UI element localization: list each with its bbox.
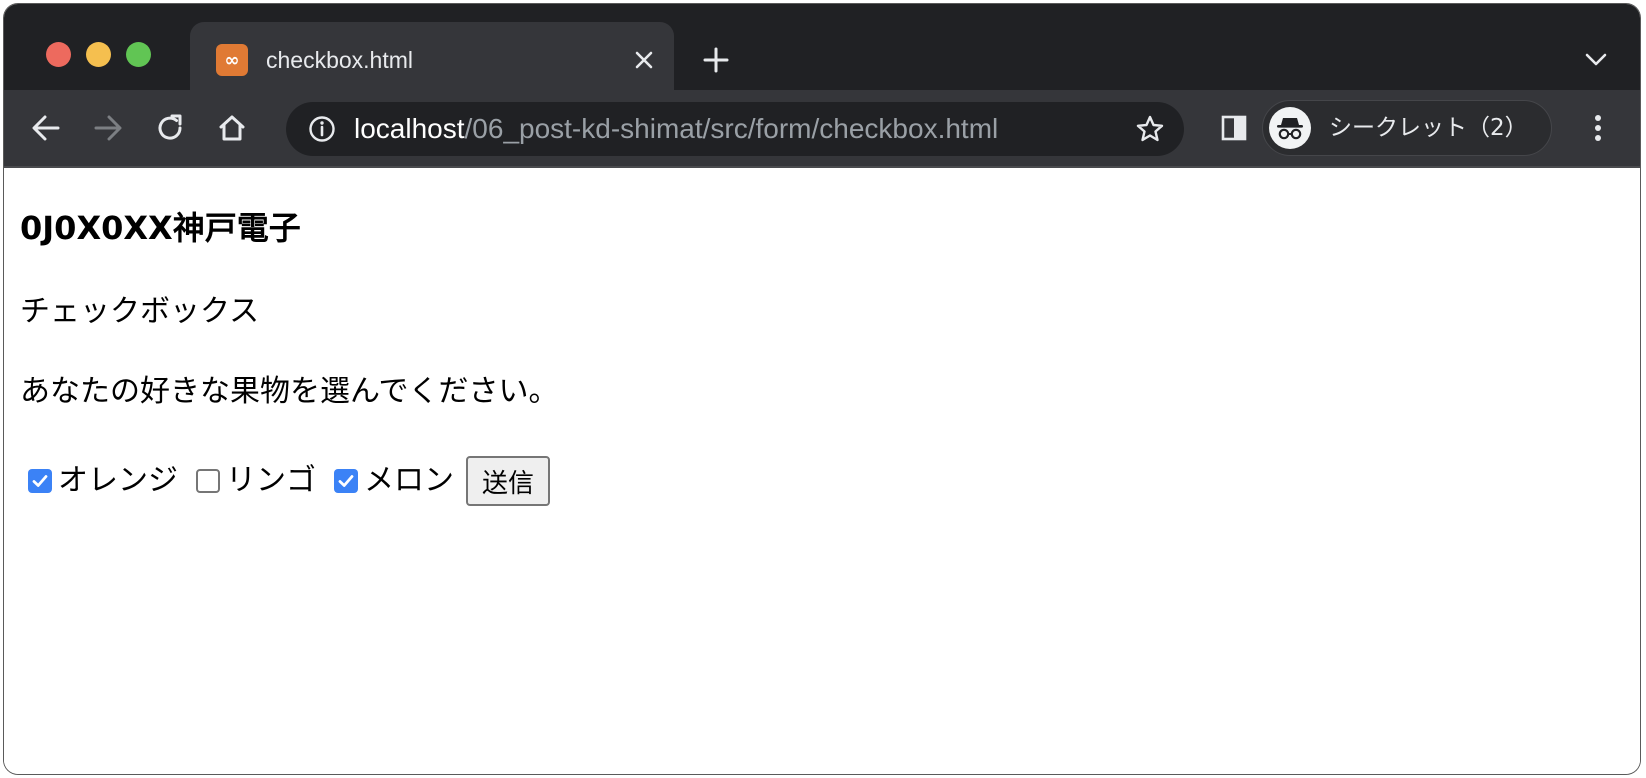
tab-strip: ∞ checkbox.html	[4, 4, 1640, 90]
chevron-down-icon	[1585, 53, 1607, 66]
page-subtitle: チェックボックス	[20, 294, 260, 329]
side-panel-button[interactable]	[1210, 104, 1258, 152]
plus-icon	[703, 47, 729, 73]
more-vert-icon	[1595, 115, 1601, 141]
new-tab-button[interactable]	[696, 40, 736, 80]
home-icon	[219, 115, 245, 141]
address-bar[interactable]: localhost/06_post-kd-shimat/src/form/che…	[286, 102, 1184, 156]
info-icon[interactable]	[306, 113, 338, 145]
xampp-icon: ∞	[216, 44, 248, 76]
checkbox-melon[interactable]	[334, 469, 358, 493]
window-controls	[46, 42, 151, 67]
bookmark-star-button[interactable]	[1134, 113, 1166, 145]
incognito-profile-button[interactable]: シークレット（2）	[1262, 100, 1552, 156]
home-button[interactable]	[208, 104, 256, 152]
forward-button[interactable]	[84, 104, 132, 152]
submit-button[interactable]: 送信	[466, 456, 551, 506]
url-text[interactable]: localhost/06_post-kd-shimat/src/form/che…	[354, 102, 998, 156]
url-path: /06_post-kd-shimat/src/form/checkbox.htm…	[464, 113, 999, 144]
checkmark-icon	[338, 475, 354, 487]
tab-checkbox[interactable]: ∞ checkbox.html	[190, 22, 674, 90]
minimize-window-button[interactable]	[86, 42, 111, 67]
checkmark-icon	[32, 475, 48, 487]
arrow-right-icon	[94, 115, 122, 141]
checkbox-apple[interactable]	[196, 469, 220, 493]
toolbar: localhost/06_post-kd-shimat/src/form/che…	[4, 90, 1640, 168]
page-question: あなたの好きな果物を選んでください。	[20, 374, 559, 409]
close-window-button[interactable]	[46, 42, 71, 67]
zoom-window-button[interactable]	[126, 42, 151, 67]
checkbox-label-orange: オレンジ	[58, 463, 178, 498]
checkbox-label-apple: リンゴ	[226, 463, 316, 498]
star-icon	[1136, 115, 1164, 142]
menu-button[interactable]	[1574, 104, 1622, 152]
browser-window: ∞ checkbox.html localhost/06_post-kd-shi…	[4, 4, 1640, 774]
incognito-icon	[1269, 107, 1311, 149]
tab-title: checkbox.html	[266, 47, 414, 73]
page-content: 0J0X0XX神戸電子 チェックボックス あなたの好きな果物を選んでください。 …	[4, 168, 1640, 774]
tab-close-button[interactable]	[626, 42, 662, 78]
incognito-label: シークレット（2）	[1329, 115, 1528, 141]
tab-search-button[interactable]	[1576, 42, 1616, 78]
fruit-form: オレンジ リンゴ メロン 送信	[24, 456, 551, 506]
reload-icon	[158, 114, 182, 140]
checkbox-label-melon: メロン	[364, 463, 454, 498]
url-host: localhost	[354, 113, 465, 144]
arrow-left-icon	[32, 115, 60, 141]
checkbox-orange[interactable]	[28, 469, 52, 493]
side-panel-icon	[1221, 115, 1247, 141]
reload-button[interactable]	[146, 104, 194, 152]
close-icon	[635, 51, 653, 69]
back-button[interactable]	[22, 104, 70, 152]
page-heading: 0J0X0XX神戸電子	[20, 209, 301, 247]
